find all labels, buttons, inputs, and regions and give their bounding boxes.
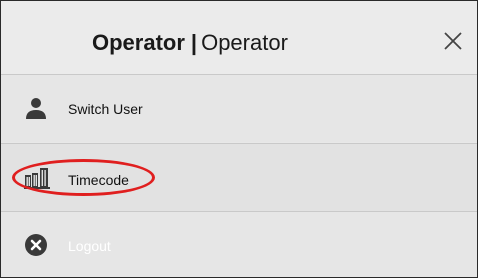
menu-header: Operator | Operator (1, 1, 477, 74)
menu-item-timecode[interactable]: Timecode (1, 143, 477, 211)
title-separator: | (190, 30, 198, 55)
timecode-label: Timecode (68, 172, 129, 188)
menu-item-logout[interactable]: Logout (1, 211, 477, 277)
user-icon (24, 97, 48, 121)
logout-label: Logout (68, 238, 111, 254)
close-icon (444, 32, 462, 50)
timecode-icon (24, 166, 50, 190)
menu-title: Operator | Operator (92, 31, 288, 55)
switch-user-label: Switch User (68, 101, 143, 117)
menu-item-switch-user[interactable]: Switch User (1, 74, 477, 142)
title-operator: Operator (201, 30, 288, 55)
title-operator-bold: Operator (92, 30, 185, 55)
logout-icon (24, 233, 48, 257)
close-button[interactable] (441, 29, 465, 53)
operator-menu-panel: Operator | Operator Switch User Timecode… (0, 0, 478, 278)
